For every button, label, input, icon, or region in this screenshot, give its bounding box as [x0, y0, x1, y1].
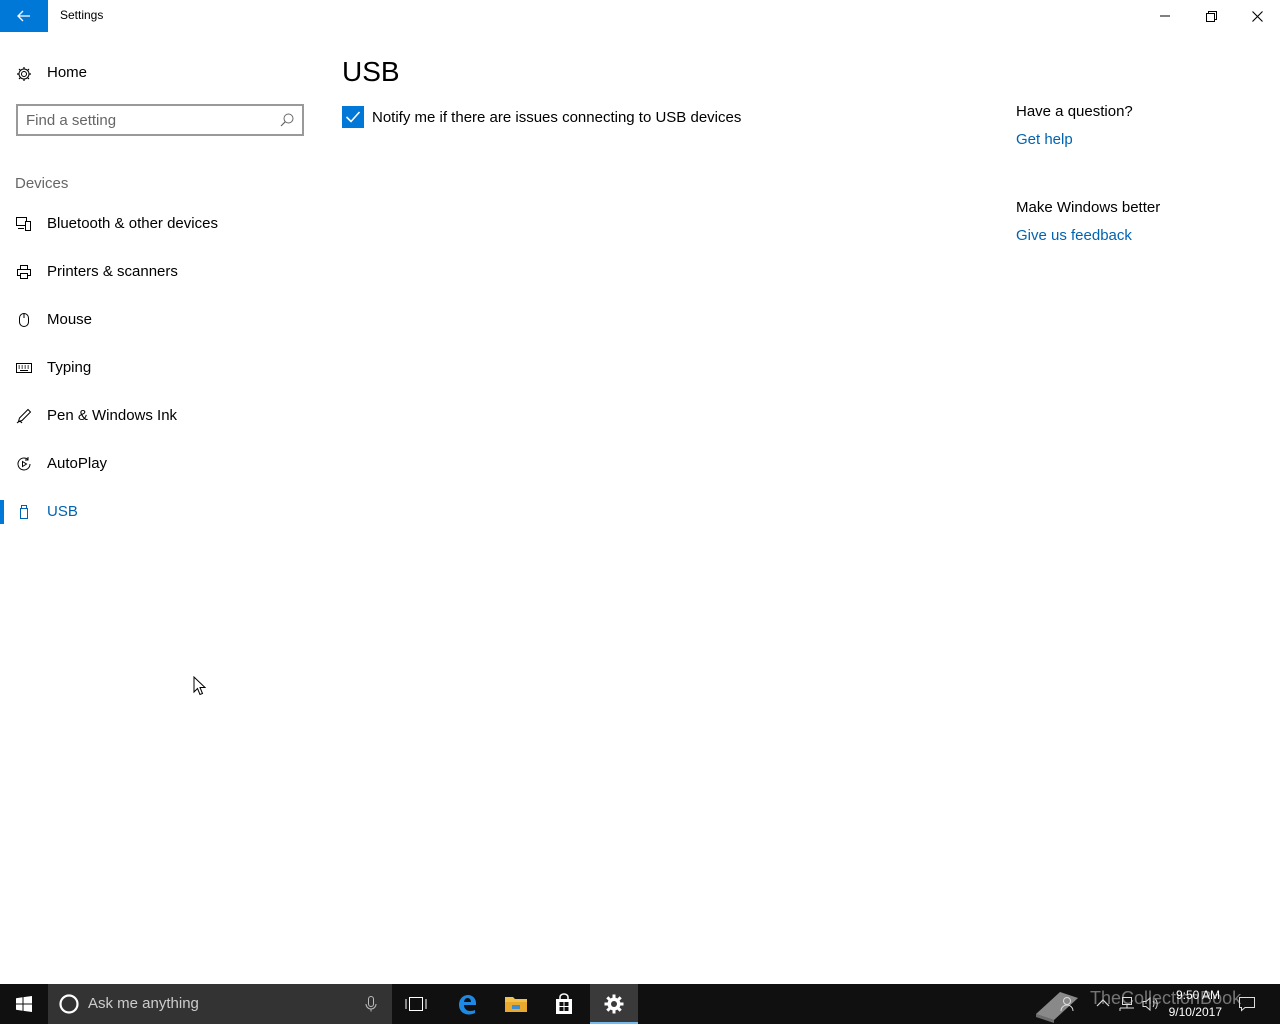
back-button[interactable]: [0, 0, 48, 32]
setting-search-input[interactable]: [26, 110, 276, 130]
task-view-icon: [405, 997, 427, 1011]
minimize-icon: [1160, 15, 1170, 17]
task-view-button[interactable]: [392, 984, 440, 1024]
keyboard-icon: [16, 363, 32, 373]
search-icon[interactable]: [280, 113, 294, 127]
restore-icon: [1205, 10, 1217, 22]
windows-logo-icon: [16, 996, 32, 1012]
microphone-icon[interactable]: [364, 996, 378, 1012]
pen-icon: [16, 408, 32, 424]
folder-icon: [505, 997, 527, 1012]
restore-button[interactable]: [1188, 0, 1234, 32]
setting-search-box[interactable]: [16, 104, 304, 136]
get-help-link[interactable]: Get help: [1016, 131, 1073, 148]
store-taskbar-button[interactable]: [540, 984, 588, 1024]
settings-gear-icon: [604, 994, 624, 1014]
mouse-pointer-icon: [193, 676, 207, 696]
sidebar-item-label: Pen & Windows Ink: [47, 407, 178, 424]
file-explorer-button[interactable]: [492, 984, 540, 1024]
home-nav-item[interactable]: Home: [0, 56, 320, 92]
title-bar: Settings: [0, 0, 1280, 32]
sidebar-item-bluetooth[interactable]: Bluetooth & other devices: [0, 204, 320, 244]
sidebar-item-label: Mouse: [47, 311, 93, 328]
sidebar-item-label: Printers & scanners: [47, 263, 178, 280]
close-icon: [1251, 10, 1263, 22]
usb-notify-label: Notify me if there are issues connecting…: [372, 108, 742, 126]
sidebar-item-autoplay[interactable]: AutoPlay: [0, 444, 320, 484]
sidebar-item-label: Typing: [47, 359, 92, 376]
taskbar: Ask me anything TheCollectionBook 9:50 A…: [0, 984, 1280, 1024]
gear-icon: [17, 67, 31, 81]
back-arrow-icon: [17, 10, 30, 22]
store-icon: [556, 993, 572, 1014]
book-watermark-icon: [1036, 992, 1078, 1023]
sidebar-item-typing[interactable]: Typing: [0, 348, 320, 388]
sidebar-item-label: Bluetooth & other devices: [47, 215, 218, 232]
edge-taskbar-button[interactable]: [443, 984, 491, 1024]
checkmark-icon: [345, 111, 361, 123]
window-title: Settings: [60, 8, 104, 22]
sidebar-item-label: AutoPlay: [47, 455, 108, 472]
close-button[interactable]: [1234, 0, 1280, 32]
settings-window: Settings Home Find a setting Devices Blu…: [0, 0, 1280, 984]
sidebar: Home Devices Bluetooth & other devices: [0, 32, 320, 984]
sidebar-item-pen[interactable]: Pen & Windows Ink: [0, 396, 320, 436]
bluetooth-devices-icon: [16, 217, 31, 231]
minimize-button[interactable]: [1142, 0, 1188, 32]
people-icon[interactable]: [1060, 996, 1074, 1012]
start-button[interactable]: [0, 984, 48, 1024]
usb-icon: [20, 505, 28, 519]
usb-notify-checkbox[interactable]: [342, 106, 364, 128]
autoplay-icon: [17, 457, 31, 471]
question-heading: Have a question?: [1016, 103, 1133, 120]
cortana-placeholder: Ask me anything: [88, 995, 199, 1012]
edge-icon: [459, 995, 476, 1015]
home-label: Home: [47, 64, 88, 81]
printer-icon: [17, 265, 31, 279]
sidebar-item-label: USB: [47, 503, 78, 520]
sidebar-item-mouse[interactable]: Mouse: [0, 300, 320, 340]
selection-indicator: [0, 500, 4, 524]
settings-taskbar-button[interactable]: [590, 984, 638, 1024]
page-title: USB: [342, 56, 400, 87]
feedback-heading: Make Windows better: [1016, 199, 1161, 216]
mouse-icon: [19, 313, 29, 327]
clock-date[interactable]: 9/10/2017: [1160, 1005, 1222, 1019]
give-feedback-link[interactable]: Give us feedback: [1016, 227, 1132, 244]
cortana-icon: [59, 994, 79, 1014]
sidebar-item-usb[interactable]: USB: [0, 492, 320, 532]
sidebar-item-printers[interactable]: Printers & scanners: [0, 252, 320, 292]
devices-group-label: Devices: [15, 175, 69, 192]
clock-time[interactable]: 9:50 AM: [1170, 988, 1220, 1002]
cortana-search-box[interactable]: Ask me anything: [48, 984, 392, 1024]
usb-notify-setting[interactable]: Notify me if there are issues connecting…: [342, 106, 741, 128]
